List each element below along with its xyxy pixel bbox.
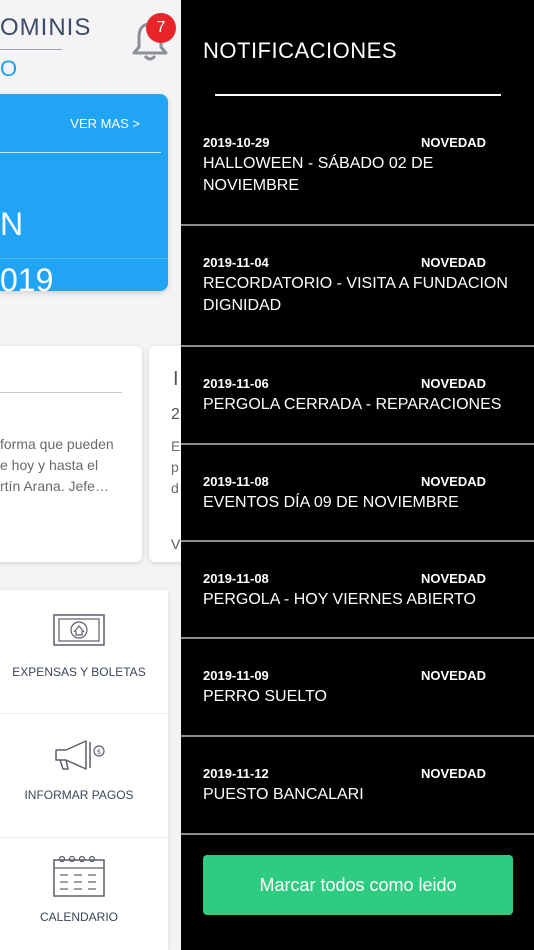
notification-date: 2019-10-29 xyxy=(203,135,270,150)
news-line: p xyxy=(171,459,179,475)
news-card-2-text: E p d xyxy=(171,436,180,499)
notification-item[interactable]: 2019-10-29 NOVEDAD HALLOWEEN - SÁBADO 02… xyxy=(181,100,534,226)
card-divider xyxy=(0,152,161,153)
menu-item-informar-pagos[interactable]: $ INFORMAR PAGOS xyxy=(0,714,168,838)
card-divider-2 xyxy=(0,258,168,259)
notification-tag: NOVEDAD xyxy=(420,571,486,586)
news-card[interactable]: forma que pueden e hoy y hasta el rtín A… xyxy=(0,346,142,562)
notification-date: 2019-11-12 xyxy=(203,766,269,781)
notification-tag: NOVEDAD xyxy=(420,376,486,391)
app-subtitle: O xyxy=(0,56,18,81)
notification-title: PERRO SUELTO xyxy=(203,688,327,705)
notification-date: 2019-11-09 xyxy=(203,668,269,683)
menu-item-expensas[interactable]: EXPENSAS Y BOLETAS xyxy=(0,590,168,714)
notifications-drawer: NOTIFICACIONES 2019-10-29 NOVEDAD HALLOW… xyxy=(181,0,534,950)
notification-title: HALLOWEEN - SÁBADO 02 DE NOVIEMBRE xyxy=(203,155,434,194)
news-line: rtín Arana. Jefe… xyxy=(0,478,109,494)
menu-label: INFORMAR PAGOS xyxy=(24,788,134,802)
notification-tag: NOVEDAD xyxy=(420,135,486,150)
notification-date: 2019-11-08 xyxy=(203,474,269,489)
megaphone-icon: $ xyxy=(55,740,105,770)
notification-item[interactable]: 2019-11-12 NOVEDAD PUESTO BANCALARI xyxy=(181,737,534,835)
featured-line2: 019 xyxy=(0,262,54,298)
banknote-icon xyxy=(53,614,105,646)
drawer-title: NOTIFICACIONES xyxy=(203,38,398,63)
notification-title: EVENTOS DÍA 09 DE NOVIEMBRE xyxy=(203,494,459,511)
notification-title: PERGOLA - HOY VIERNES ABIERTO xyxy=(203,591,476,608)
menu-item-calendario[interactable]: CALENDARIO xyxy=(0,838,168,950)
notification-tag: NOVEDAD xyxy=(420,766,486,781)
featured-card[interactable]: VER MAS > N 019 xyxy=(0,94,168,298)
calendar-icon xyxy=(53,855,105,897)
featured-line1: N xyxy=(0,206,24,242)
notification-item[interactable]: 2019-11-09 NOVEDAD PERRO SUELTO xyxy=(181,639,534,737)
menu-label: EXPENSAS Y BOLETAS xyxy=(12,665,146,679)
news-line: E xyxy=(171,438,181,454)
notification-date: 2019-11-08 xyxy=(203,571,269,586)
notification-item[interactable]: 2019-11-06 NOVEDAD PERGOLA CERRADA - REP… xyxy=(181,347,534,445)
notification-item[interactable]: 2019-11-04 NOVEDAD RECORDATORIO - VISITA… xyxy=(181,226,534,347)
notification-tag: NOVEDAD xyxy=(420,255,486,270)
menu-panel: EXPENSAS Y BOLETAS $ INFORMAR PAGOS CALE… xyxy=(0,590,168,950)
title-divider xyxy=(0,49,62,50)
notification-tag: NOVEDAD xyxy=(420,668,486,683)
notification-date: 2019-11-04 xyxy=(203,255,269,270)
notification-date: 2019-11-06 xyxy=(203,376,269,391)
notification-item[interactable]: 2019-11-08 NOVEDAD EVENTOS DÍA 09 DE NOV… xyxy=(181,445,534,542)
menu-label: CALENDARIO xyxy=(39,910,119,924)
news-card-2-date: 2 xyxy=(171,406,180,423)
news-line: e hoy y hasta el xyxy=(0,457,99,473)
svg-text:$: $ xyxy=(97,748,101,756)
news-line: d xyxy=(171,480,179,496)
app-title: OMINIS xyxy=(0,14,92,41)
notification-tag: NOVEDAD xyxy=(420,474,486,489)
news-card-2-title: I xyxy=(173,368,179,390)
notification-title: PUESTO BANCALARI xyxy=(203,786,364,803)
mark-all-read-button[interactable]: Marcar todos como leido xyxy=(203,855,513,915)
ver-mas-link[interactable]: VER MAS > xyxy=(70,116,140,131)
news-card-2-link[interactable]: V xyxy=(171,536,180,552)
notification-badge: 7 xyxy=(146,13,176,43)
notification-title: RECORDATORIO - VISITA A FUNDACION DIGNID… xyxy=(203,275,508,314)
news-card-text: forma que pueden e hoy y hasta el rtín A… xyxy=(0,434,130,497)
drawer-title-divider xyxy=(215,94,501,96)
notification-title: PERGOLA CERRADA - REPARACIONES xyxy=(203,396,502,413)
news-line: forma que pueden xyxy=(0,436,114,452)
news-card-divider xyxy=(0,392,122,393)
notification-item[interactable]: 2019-11-08 NOVEDAD PERGOLA - HOY VIERNES… xyxy=(181,542,534,639)
